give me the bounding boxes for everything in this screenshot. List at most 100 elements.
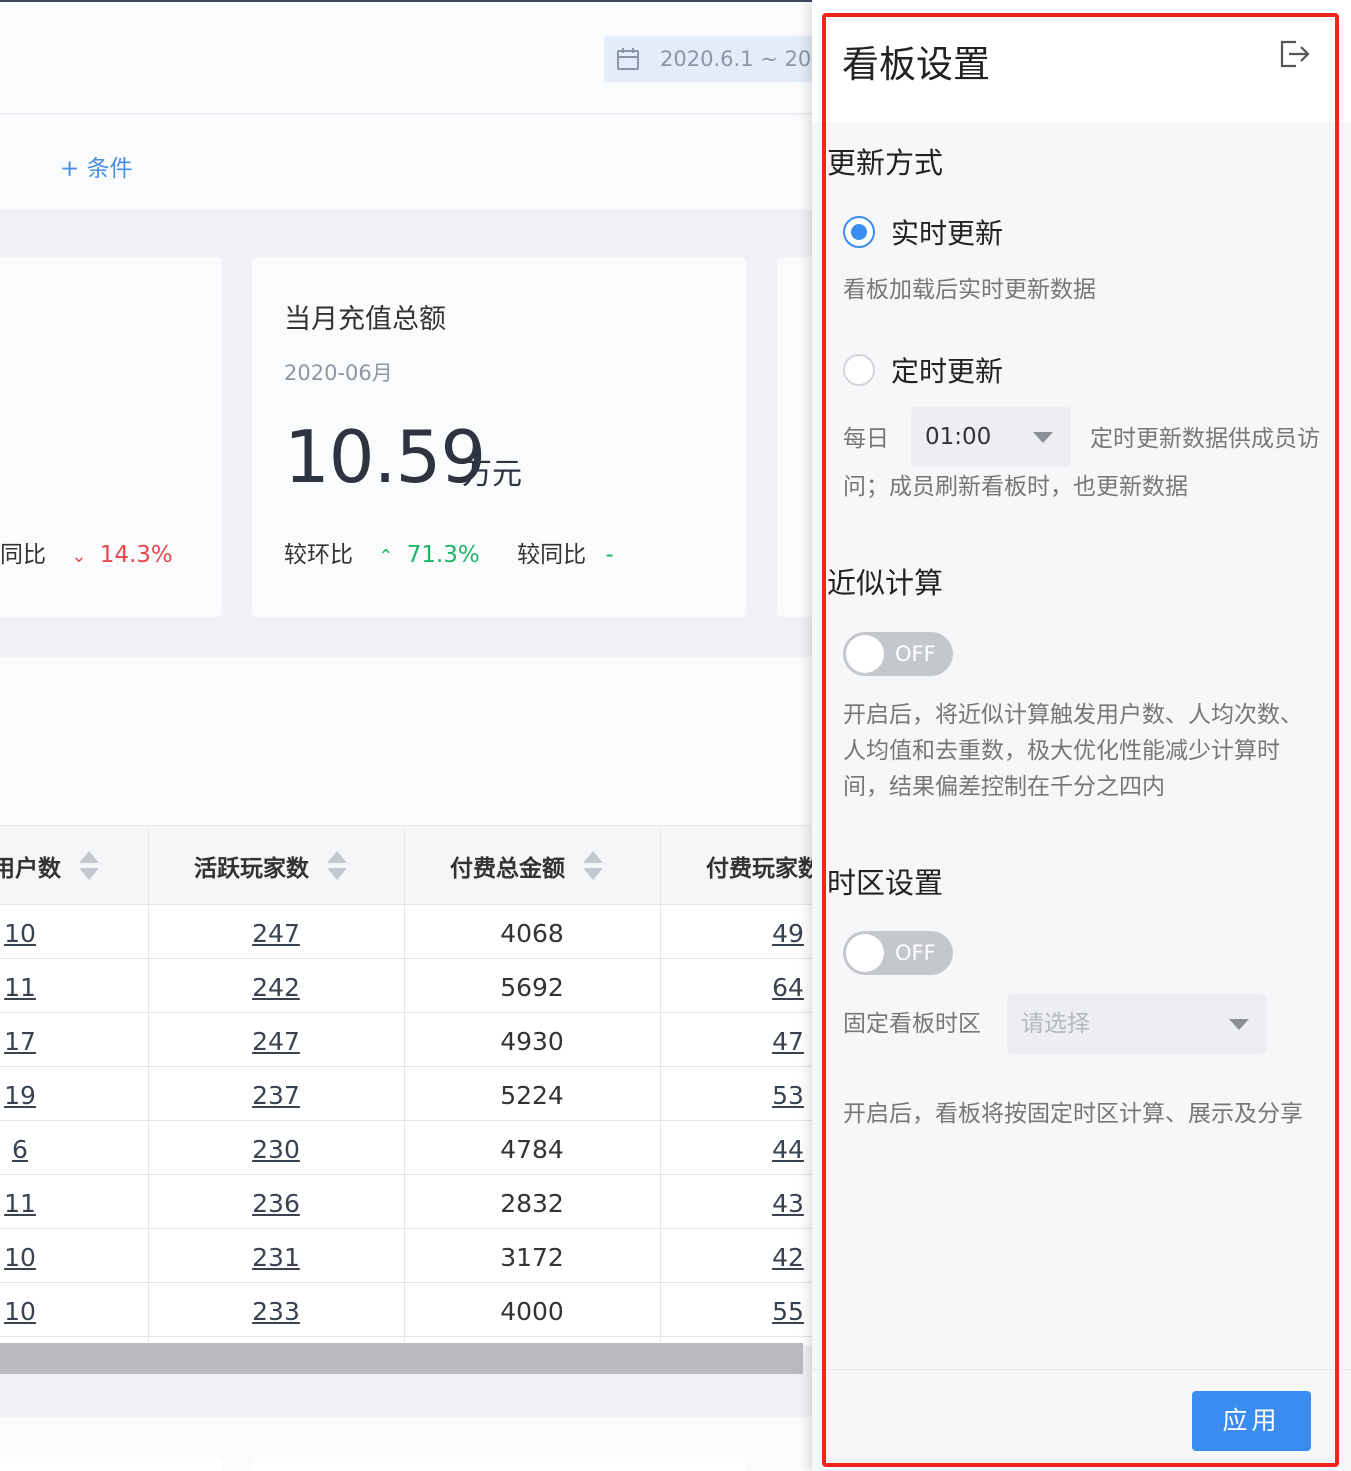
- table-cell-link[interactable]: 44: [772, 1121, 804, 1175]
- bottom-cards: [0, 1417, 812, 1471]
- kpi-compare: 较环比 ⌃ 71.3% 较同比 -: [284, 535, 614, 569]
- arrow-down-icon: ⌄: [71, 546, 87, 567]
- table-cell-link[interactable]: 10: [4, 905, 36, 959]
- kpi-value: 10.59: [284, 415, 486, 499]
- approx-calc-title: 近似计算: [827, 566, 944, 600]
- table-header: 用户数 活跃玩家数 付费总金额 付费玩家数: [0, 825, 812, 905]
- table-cell: 2832: [500, 1189, 564, 1218]
- toggle-state-label: OFF: [895, 642, 936, 666]
- table-cell-link[interactable]: 10: [4, 1229, 36, 1283]
- table-cell-link[interactable]: 247: [252, 905, 300, 959]
- approx-calc-toggle[interactable]: OFF: [843, 632, 953, 676]
- table-row: 6 230 4784 44: [0, 1121, 812, 1175]
- kpi-card: 同比 ⌄ 14.3%: [0, 257, 222, 617]
- column-header[interactable]: 用户数: [0, 826, 99, 906]
- fixed-timezone-label: 固定看板时区: [843, 1011, 981, 1037]
- table-cell-link[interactable]: 6: [12, 1121, 28, 1175]
- schedule-time-select[interactable]: 01:00: [911, 407, 1071, 467]
- table-cell-link[interactable]: 236: [252, 1175, 300, 1229]
- dashboard-settings-drawer: 看板设置 更新方式 实时更新 看板加载后实时更新数据 定时更新 每日 01:00…: [812, 0, 1351, 1471]
- scheduled-description-1: 定时更新数据供成员访: [1090, 426, 1320, 452]
- table-cell-link[interactable]: 49: [772, 905, 804, 959]
- table-cell: 4784: [500, 1135, 564, 1164]
- radio-realtime[interactable]: [843, 216, 875, 248]
- table-cell-link[interactable]: 233: [252, 1283, 300, 1337]
- kpi-period: 2020-06月: [284, 361, 393, 385]
- drawer-header: 看板设置: [812, 0, 1351, 122]
- radio-realtime-label: 实时更新: [891, 217, 1004, 250]
- arrow-up-icon: ⌃: [378, 546, 394, 567]
- compare-mom-value: 71.3%: [406, 542, 480, 568]
- table-cell-link[interactable]: 230: [252, 1121, 300, 1175]
- table-row: 11 236 2832 43: [0, 1175, 812, 1229]
- table-row: 19 237 5224 53: [0, 1067, 812, 1121]
- update-mode-title: 更新方式: [827, 146, 944, 180]
- toggle-knob: [846, 934, 884, 972]
- kpi-compare: 同比 ⌄ 14.3%: [0, 535, 173, 569]
- schedule-time-value: 01:00: [925, 424, 992, 450]
- table-cell-link[interactable]: 55: [772, 1283, 804, 1337]
- scheduled-description-2: 问；成员刷新看板时，也更新数据: [843, 474, 1188, 500]
- table-cell-link[interactable]: 17: [4, 1013, 36, 1067]
- radio-scheduled-update[interactable]: 定时更新: [843, 350, 1003, 390]
- column-header[interactable]: 付费总金额: [450, 826, 603, 906]
- sort-icon[interactable]: [327, 849, 347, 883]
- date-range-picker[interactable]: 2020.6.1 ~ 202: [604, 36, 812, 82]
- apply-button[interactable]: 应用: [1192, 1391, 1311, 1451]
- table-cell-link[interactable]: 53: [772, 1067, 804, 1121]
- drawer-footer-divider: [812, 1369, 1351, 1370]
- table-cell-link[interactable]: 64: [772, 959, 804, 1013]
- column-header[interactable]: 活跃玩家数: [194, 826, 347, 906]
- column-header[interactable]: 付费玩家数: [706, 826, 812, 906]
- exit-icon[interactable]: [1276, 36, 1312, 72]
- radio-scheduled[interactable]: [843, 354, 875, 386]
- table-cell-link[interactable]: 11: [4, 1175, 36, 1229]
- table-cell-link[interactable]: 10: [4, 1283, 36, 1337]
- timezone-toggle[interactable]: OFF: [843, 931, 953, 975]
- timezone-placeholder: 请选择: [1021, 1011, 1090, 1037]
- add-condition-button[interactable]: + 条件: [60, 149, 133, 183]
- table-row: 11 242 5692 64: [0, 959, 812, 1013]
- table-cell-link[interactable]: 19: [4, 1067, 36, 1121]
- toggle-state-label: OFF: [895, 941, 936, 965]
- calendar-icon: [617, 48, 639, 70]
- compare-yoy-value: 14.3%: [99, 542, 173, 568]
- horizontal-scrollbar[interactable]: [0, 1343, 803, 1374]
- dashboard-background: 2020.6.1 ~ 202 + 条件 同比 ⌄ 14.3% 当月充值总额 20…: [0, 0, 812, 1471]
- table-cell: 3172: [500, 1243, 564, 1272]
- kpi-cards: 同比 ⌄ 14.3% 当月充值总额 2020-06月 10.59 万元 较环比 …: [0, 212, 812, 657]
- table-cell: 4000: [500, 1297, 564, 1326]
- date-range-text: 2020.6.1 ~ 202: [660, 47, 812, 71]
- sort-icon[interactable]: [79, 849, 99, 883]
- compare-yoy-label: 同比: [0, 542, 46, 568]
- filter-bar: + 条件: [0, 115, 812, 211]
- radio-realtime-update[interactable]: 实时更新: [843, 212, 1003, 252]
- approx-desc-3: 间，结果偏差控制在千分之四内: [843, 774, 1165, 800]
- table-row: 17 247 4930 47: [0, 1013, 812, 1067]
- table-cell-link[interactable]: 242: [252, 959, 300, 1013]
- table-cell-link[interactable]: 247: [252, 1013, 300, 1067]
- sort-icon[interactable]: [583, 849, 603, 883]
- table-row: 10 231 3172 42: [0, 1229, 812, 1283]
- table-row: 10 247 4068 49: [0, 905, 812, 959]
- compare-yoy-label: 较同比: [517, 542, 587, 568]
- kpi-unit: 万元: [462, 457, 522, 492]
- table-cell-link[interactable]: 42: [772, 1229, 804, 1283]
- daily-label: 每日: [843, 426, 889, 452]
- table-cell: 4930: [500, 1027, 564, 1056]
- table-cell-link[interactable]: 231: [252, 1229, 300, 1283]
- dashboard-toolbar: 2020.6.1 ~ 202: [0, 2, 812, 114]
- kpi-title: 当月充值总额: [284, 304, 446, 335]
- table-cell-link[interactable]: 47: [772, 1013, 804, 1067]
- chart-placeholder: [0, 657, 812, 825]
- table-cell-link[interactable]: 43: [772, 1175, 804, 1229]
- table-row: 10 233 4000 55: [0, 1283, 812, 1337]
- table-cell-link[interactable]: 11: [4, 959, 36, 1013]
- timezone-select[interactable]: 请选择: [1007, 994, 1267, 1054]
- timezone-title: 时区设置: [827, 866, 944, 900]
- table-cell: 4068: [500, 919, 564, 948]
- data-table: 用户数 活跃玩家数 付费总金额 付费玩家数 10 247 4068 49 11 242 56…: [0, 825, 812, 1345]
- table-cell-link[interactable]: 237: [252, 1067, 300, 1121]
- kpi-card-monthly-recharge: 当月充值总额 2020-06月 10.59 万元 较环比 ⌃ 71.3% 较同比…: [252, 257, 746, 617]
- approx-desc-2: 人均值和去重数，极大优化性能减少计算时: [843, 738, 1280, 764]
